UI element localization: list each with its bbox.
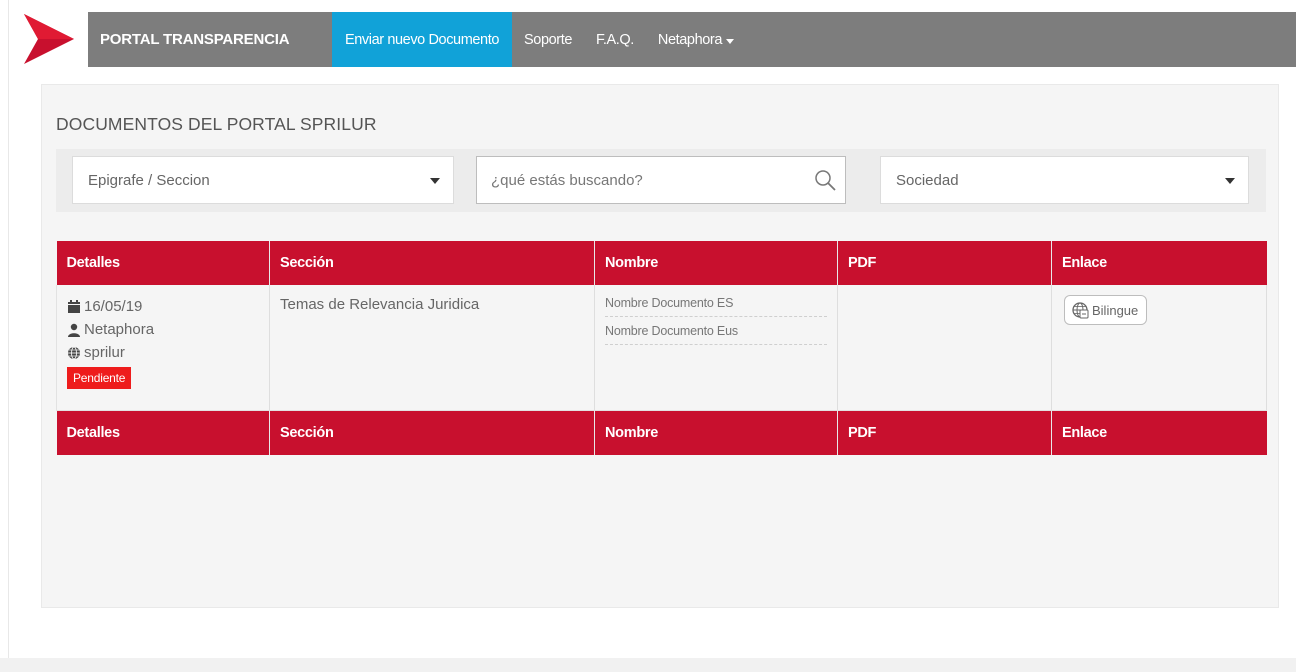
- footer-seccion: Sección: [269, 410, 595, 455]
- globe-icon: [68, 346, 80, 359]
- cell-nombre: Nombre Documento ES Nombre Documento Eus: [594, 285, 838, 411]
- calendar-icon: [68, 299, 80, 313]
- footer-pdf: PDF: [837, 410, 1052, 455]
- cell-enlace: Bilingue: [1051, 285, 1267, 411]
- top-navbar: PORTAL TRANSPARENCIA Enviar nuevo Docume…: [88, 12, 1296, 67]
- detail-date: 16/05/19: [67, 295, 259, 318]
- chevron-down-icon: [1225, 178, 1235, 184]
- user-icon: [68, 323, 80, 337]
- page-title: DOCUMENTOS DEL PORTAL SPRILUR: [56, 114, 377, 134]
- epigrafe-select[interactable]: Epigrafe / Seccion: [72, 156, 454, 204]
- header-enlace[interactable]: Enlace: [1051, 241, 1267, 285]
- logo-arrow-icon[interactable]: [24, 12, 74, 64]
- search-input[interactable]: [489, 170, 793, 190]
- user-text: Netaphora: [84, 321, 155, 338]
- documents-table: Detalles Sección Nombre PDF Enlace 16/05…: [56, 241, 1267, 455]
- sociedad-select-value: Sociedad: [896, 171, 959, 189]
- table-header-row: Detalles Sección Nombre PDF Enlace: [56, 241, 1267, 285]
- header-seccion[interactable]: Sección: [269, 241, 595, 285]
- header-nombre[interactable]: Nombre: [594, 241, 838, 285]
- document-name-es[interactable]: Nombre Documento ES: [605, 295, 827, 317]
- footer-detalles: Detalles: [56, 410, 270, 455]
- left-border: [8, 0, 9, 658]
- footer-nombre: Nombre: [594, 410, 838, 455]
- nav-user-menu[interactable]: Netaphora: [646, 12, 746, 67]
- chevron-down-icon: [726, 38, 735, 44]
- nav-faq[interactable]: F.A.Q.: [584, 12, 646, 67]
- date-text: 16/05/19: [84, 298, 143, 315]
- table-row: 16/05/19 Netaphora sprilur Pendiente Tem…: [56, 285, 1267, 411]
- table-footer-row: Detalles Sección Nombre PDF Enlace: [56, 410, 1267, 455]
- epigrafe-select-value: Epigrafe / Seccion: [88, 171, 210, 189]
- footer-enlace: Enlace: [1051, 410, 1267, 455]
- nav-soporte[interactable]: Soporte: [512, 12, 584, 67]
- bilingue-label: Bilingue: [1092, 302, 1139, 318]
- site-text: sprilur: [84, 344, 125, 361]
- search-icon[interactable]: [813, 168, 837, 192]
- cell-detalles: 16/05/19 Netaphora sprilur Pendiente: [56, 285, 270, 411]
- nav-enviar-nuevo-documento[interactable]: Enviar nuevo Documento: [332, 12, 513, 67]
- cell-seccion: Temas de Relevancia Juridica: [269, 285, 595, 411]
- status-badge: Pendiente: [67, 367, 132, 389]
- document-name-eus[interactable]: Nombre Documento Eus: [605, 323, 827, 345]
- page-footer-band: [0, 658, 1296, 672]
- header-pdf[interactable]: PDF: [837, 241, 1052, 285]
- detail-user: Netaphora: [67, 318, 259, 341]
- sociedad-select[interactable]: Sociedad: [880, 156, 1249, 204]
- detail-site: sprilur: [67, 341, 259, 364]
- globe-language-icon: [1072, 302, 1089, 319]
- nav-user-label: Netaphora: [657, 31, 723, 48]
- search-field[interactable]: [476, 156, 846, 204]
- cell-pdf: [837, 285, 1052, 411]
- section-text: Temas de Relevancia Juridica: [280, 296, 480, 313]
- header-detalles[interactable]: Detalles: [56, 241, 270, 285]
- chevron-down-icon: [430, 178, 440, 184]
- bilingue-button[interactable]: Bilingue: [1064, 295, 1148, 325]
- brand-title[interactable]: PORTAL TRANSPARENCIA: [88, 12, 332, 67]
